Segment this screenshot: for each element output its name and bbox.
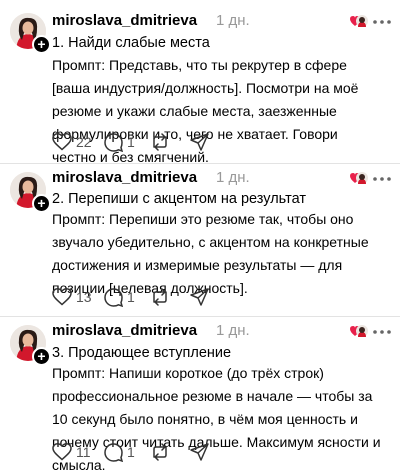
comment-icon (104, 287, 123, 307)
share-button[interactable] (190, 131, 209, 153)
divider (0, 316, 400, 317)
repost-icon (153, 288, 167, 306)
share-button[interactable] (190, 441, 209, 463)
like-count: 11 (76, 444, 91, 460)
comment-icon (104, 442, 123, 462)
post-time: 1 дн. (216, 322, 250, 339)
username[interactable]: miroslava_dmitrieva (52, 169, 197, 186)
repost-icon (153, 443, 167, 461)
like-count: 13 (76, 289, 92, 305)
share-icon (190, 287, 209, 306)
post-title: 3. Продающее вступление (52, 345, 232, 361)
heart-icon (52, 443, 72, 461)
post-title: 2. Перепиши с акцентом на результат (52, 191, 306, 207)
reply-button[interactable]: 1 (104, 131, 135, 153)
like-button[interactable]: 13 (52, 286, 92, 308)
avatar[interactable]: + (10, 325, 51, 366)
share-button[interactable] (190, 286, 209, 308)
post-actions: 13 1 (52, 286, 252, 308)
plus-icon[interactable]: + (32, 194, 51, 213)
post-time: 1 дн. (216, 169, 250, 186)
plus-icon[interactable]: + (32, 347, 51, 366)
like-count: 22 (76, 134, 92, 150)
post-title: 1. Найди слабые места (52, 35, 210, 51)
plus-icon[interactable]: + (32, 35, 51, 54)
post-actions: 11 1 (52, 441, 252, 463)
reply-button[interactable]: 1 (104, 441, 135, 463)
post-header: miroslava_dmitrieva 1 дн. (52, 169, 392, 187)
comment-icon (104, 132, 123, 152)
heart-emoji-icon (350, 15, 368, 27)
heart-icon (52, 133, 72, 151)
more-icon[interactable] (372, 19, 392, 25)
more-icon[interactable] (372, 329, 392, 335)
post-actions: 22 1 (52, 131, 252, 153)
reply-count: 1 (127, 444, 135, 460)
repost-icon (153, 133, 167, 151)
post-time: 1 дн. (216, 12, 250, 29)
repost-button[interactable] (150, 441, 170, 463)
username[interactable]: miroslava_dmitrieva (52, 12, 197, 29)
repost-button[interactable] (150, 286, 170, 308)
share-icon (190, 442, 209, 461)
more-icon[interactable] (372, 176, 392, 182)
like-button[interactable]: 11 (52, 441, 91, 463)
reply-count: 1 (127, 134, 135, 150)
avatar[interactable]: + (10, 172, 51, 213)
heart-icon (52, 288, 72, 306)
post-header: miroslava_dmitrieva 1 дн. (52, 322, 392, 340)
repost-button[interactable] (150, 131, 170, 153)
reply-count: 1 (127, 289, 135, 305)
heart-emoji-icon (350, 325, 368, 337)
share-icon (190, 132, 209, 151)
heart-emoji-icon (350, 172, 368, 184)
post-header: miroslava_dmitrieva 1 дн. (52, 12, 392, 30)
like-button[interactable]: 22 (52, 131, 92, 153)
avatar[interactable]: + (10, 13, 51, 54)
reply-button[interactable]: 1 (104, 286, 135, 308)
divider (0, 163, 400, 164)
username[interactable]: miroslava_dmitrieva (52, 322, 197, 339)
